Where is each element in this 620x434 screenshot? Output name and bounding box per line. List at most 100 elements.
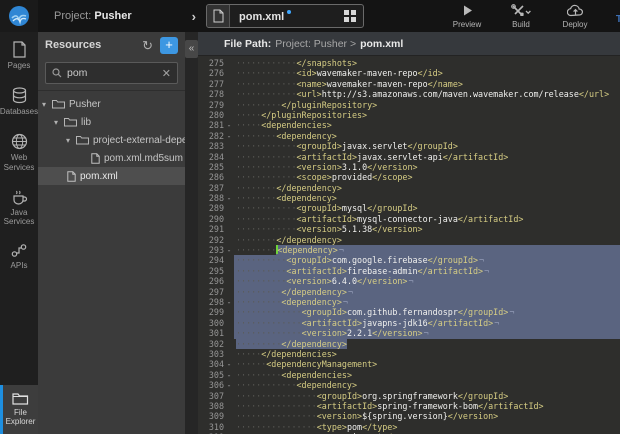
code-line[interactable]: 302·········</dependency> (198, 339, 620, 349)
clear-search-icon[interactable]: ✕ (162, 67, 171, 80)
indent-whitespace: ················ (236, 401, 317, 411)
chevron-down-icon[interactable]: ▾ (66, 136, 76, 145)
build-button[interactable]: Build (498, 0, 544, 29)
code-line[interactable]: 296··········<version>6.4.0</version>¬ (198, 276, 620, 286)
deploy-button[interactable]: Deploy (552, 0, 598, 29)
tab-pom-xml[interactable]: pom.xml (206, 4, 364, 28)
resources-header: Resources ↻ + (38, 32, 185, 58)
code-line[interactable]: 308················<artifactId>spring-fr… (198, 401, 620, 411)
fold-marker-icon[interactable]: - (224, 245, 234, 255)
indent-whitespace: ········ (236, 235, 276, 245)
indent-whitespace: ············ (236, 214, 297, 224)
code-line[interactable]: 283············<groupId>javax.servlet</g… (198, 141, 620, 151)
code-line[interactable]: 310················<type>pom</type> (198, 422, 620, 432)
code-line[interactable]: 300·············<artifactId>javapns-jdk1… (198, 318, 620, 328)
code-line[interactable]: 285············<version>3.1.0</version> (198, 162, 620, 172)
fold-marker-icon (224, 339, 234, 349)
indent-whitespace: ····· (236, 349, 261, 359)
indent-whitespace: ················ (236, 422, 317, 432)
sidebar-item-pages[interactable]: Pages (0, 32, 38, 78)
fold-marker-icon[interactable]: - (224, 359, 234, 369)
fold-marker-icon[interactable]: - (224, 297, 234, 307)
tab-title: pom.xml (230, 10, 337, 23)
tree-item-lib[interactable]: ▾lib (38, 113, 185, 131)
line-number: 308 (198, 401, 224, 411)
code-line[interactable]: 287········</dependency> (198, 183, 620, 193)
code-line[interactable]: 297·········</dependency>¬ (198, 287, 620, 297)
code-line[interactable]: 304-······<dependencyManagement> (198, 359, 620, 369)
add-resource-button[interactable]: + (160, 37, 178, 54)
globe-icon (11, 133, 28, 150)
code-line[interactable]: 301·············<version>2.2.1</version>… (198, 328, 620, 338)
tree-item-project-external-dependencies[interactable]: ▾project-external-dependencies (38, 131, 185, 149)
sidebar-item-web-services[interactable]: Web Services (0, 124, 38, 179)
code-line[interactable]: 295··········<artifactId>firebase-admin<… (198, 266, 620, 276)
line-number: 292 (198, 235, 224, 245)
fold-marker-icon (224, 422, 234, 432)
resources-search-input[interactable]: pom ✕ (45, 62, 178, 84)
code-line[interactable]: 294··········<groupId>com.google.firebas… (198, 255, 620, 265)
code-line[interactable]: 275············</snapshots> (198, 58, 620, 68)
wavemaker-logo[interactable] (0, 0, 38, 32)
tree-item-pom.xml.md5sum[interactable]: pom.xml.md5sum (38, 149, 185, 167)
sidebar-item-java-services[interactable]: Java Services (0, 180, 38, 234)
tree-item-pusher[interactable]: ▾Pusher (38, 95, 185, 113)
code-line[interactable]: 307················<groupId>org.springfr… (198, 391, 620, 401)
layout-grid-icon[interactable] (337, 5, 363, 27)
indent-whitespace: ············ (236, 79, 297, 89)
collapse-panel-icon[interactable]: « (185, 40, 198, 58)
code-line[interactable]: 298-·········<dependency>¬ (198, 297, 620, 307)
code-line[interactable]: 306-············<dependency> (198, 380, 620, 390)
project-breadcrumb[interactable]: Project: Pusher (54, 10, 132, 22)
sidebar-item-databases[interactable]: Databases (0, 78, 38, 124)
code-line[interactable]: 282-········<dependency> (198, 131, 620, 141)
code-line[interactable]: 299·············<groupId>com.github.fern… (198, 307, 620, 317)
fold-marker-icon[interactable]: - (224, 193, 234, 203)
selection-start: <dependency>¬ (276, 245, 620, 255)
fold-marker-icon (224, 328, 234, 338)
chevron-down-icon[interactable]: ▾ (42, 100, 52, 109)
fold-marker-icon (224, 266, 234, 276)
code-line[interactable]: 289············<groupId>mysql</groupId> (198, 203, 620, 213)
code-line[interactable]: 284············<artifactId>javax.servlet… (198, 152, 620, 162)
api-nodes-icon (11, 243, 28, 258)
code-line[interactable]: 290············<artifactId>mysql-connect… (198, 214, 620, 224)
code-line[interactable]: 293-········<dependency>¬ (198, 245, 620, 255)
line-number: 289 (198, 203, 224, 213)
code-line[interactable]: 291············<version>5.1.38</version> (198, 224, 620, 234)
fold-marker-icon[interactable]: - (224, 131, 234, 141)
fold-marker-icon[interactable]: - (224, 120, 234, 130)
topbar-actions: Preview Build Deploy (444, 0, 598, 32)
preview-button[interactable]: Preview (444, 0, 490, 29)
code-line[interactable]: 278············<url>http://s3.amazonaws.… (198, 89, 620, 99)
chevron-down-icon[interactable]: ▾ (54, 118, 64, 127)
code-text: ············<version>5.1.38</version> (234, 224, 620, 234)
fold-marker-icon (224, 100, 234, 110)
fold-marker-icon[interactable]: - (224, 380, 234, 390)
code-line[interactable]: 292········</dependency> (198, 235, 620, 245)
sidebar-item-apis[interactable]: APIs (0, 234, 38, 278)
refresh-icon[interactable]: ↻ (142, 39, 153, 52)
fold-marker-icon (224, 255, 234, 265)
tree-item-pom.xml[interactable]: pom.xml (38, 167, 185, 185)
fold-marker-icon[interactable]: - (224, 370, 234, 380)
sidebar-item-file-explorer[interactable]: File Explorer (0, 385, 38, 434)
indent-whitespace: ········· (236, 370, 281, 380)
code-line[interactable]: 309················<version>${spring.ver… (198, 411, 620, 421)
code-line[interactable]: 305-·········<dependencies> (198, 370, 620, 380)
indent-whitespace: ········· (236, 287, 281, 297)
code-line[interactable]: 286············<scope>provided</scope> (198, 172, 620, 182)
code-line[interactable]: 276············<id>wavemaker-maven-repo<… (198, 68, 620, 78)
code-line[interactable]: 277············<name>wavemaker-maven-rep… (198, 79, 620, 89)
code-line[interactable]: 280·····</pluginRepositories> (198, 110, 620, 120)
wavemaker-studio-window: Project: Pusher › pom.xml PreviewBuildDe… (0, 0, 620, 434)
newline-glyph: ¬ (348, 287, 353, 297)
code-line[interactable]: 281-·····<dependencies> (198, 120, 620, 130)
line-number: 304 (198, 359, 224, 369)
code-area[interactable]: 275············</snapshots>276··········… (198, 56, 620, 434)
code-line[interactable]: 303·····</dependencies> (198, 349, 620, 359)
code-line[interactable]: 288-········<dependency> (198, 193, 620, 203)
code-line[interactable]: 279·········</pluginRepository> (198, 100, 620, 110)
panel-splitter[interactable]: « (185, 32, 198, 434)
line-number: 299 (198, 307, 224, 317)
